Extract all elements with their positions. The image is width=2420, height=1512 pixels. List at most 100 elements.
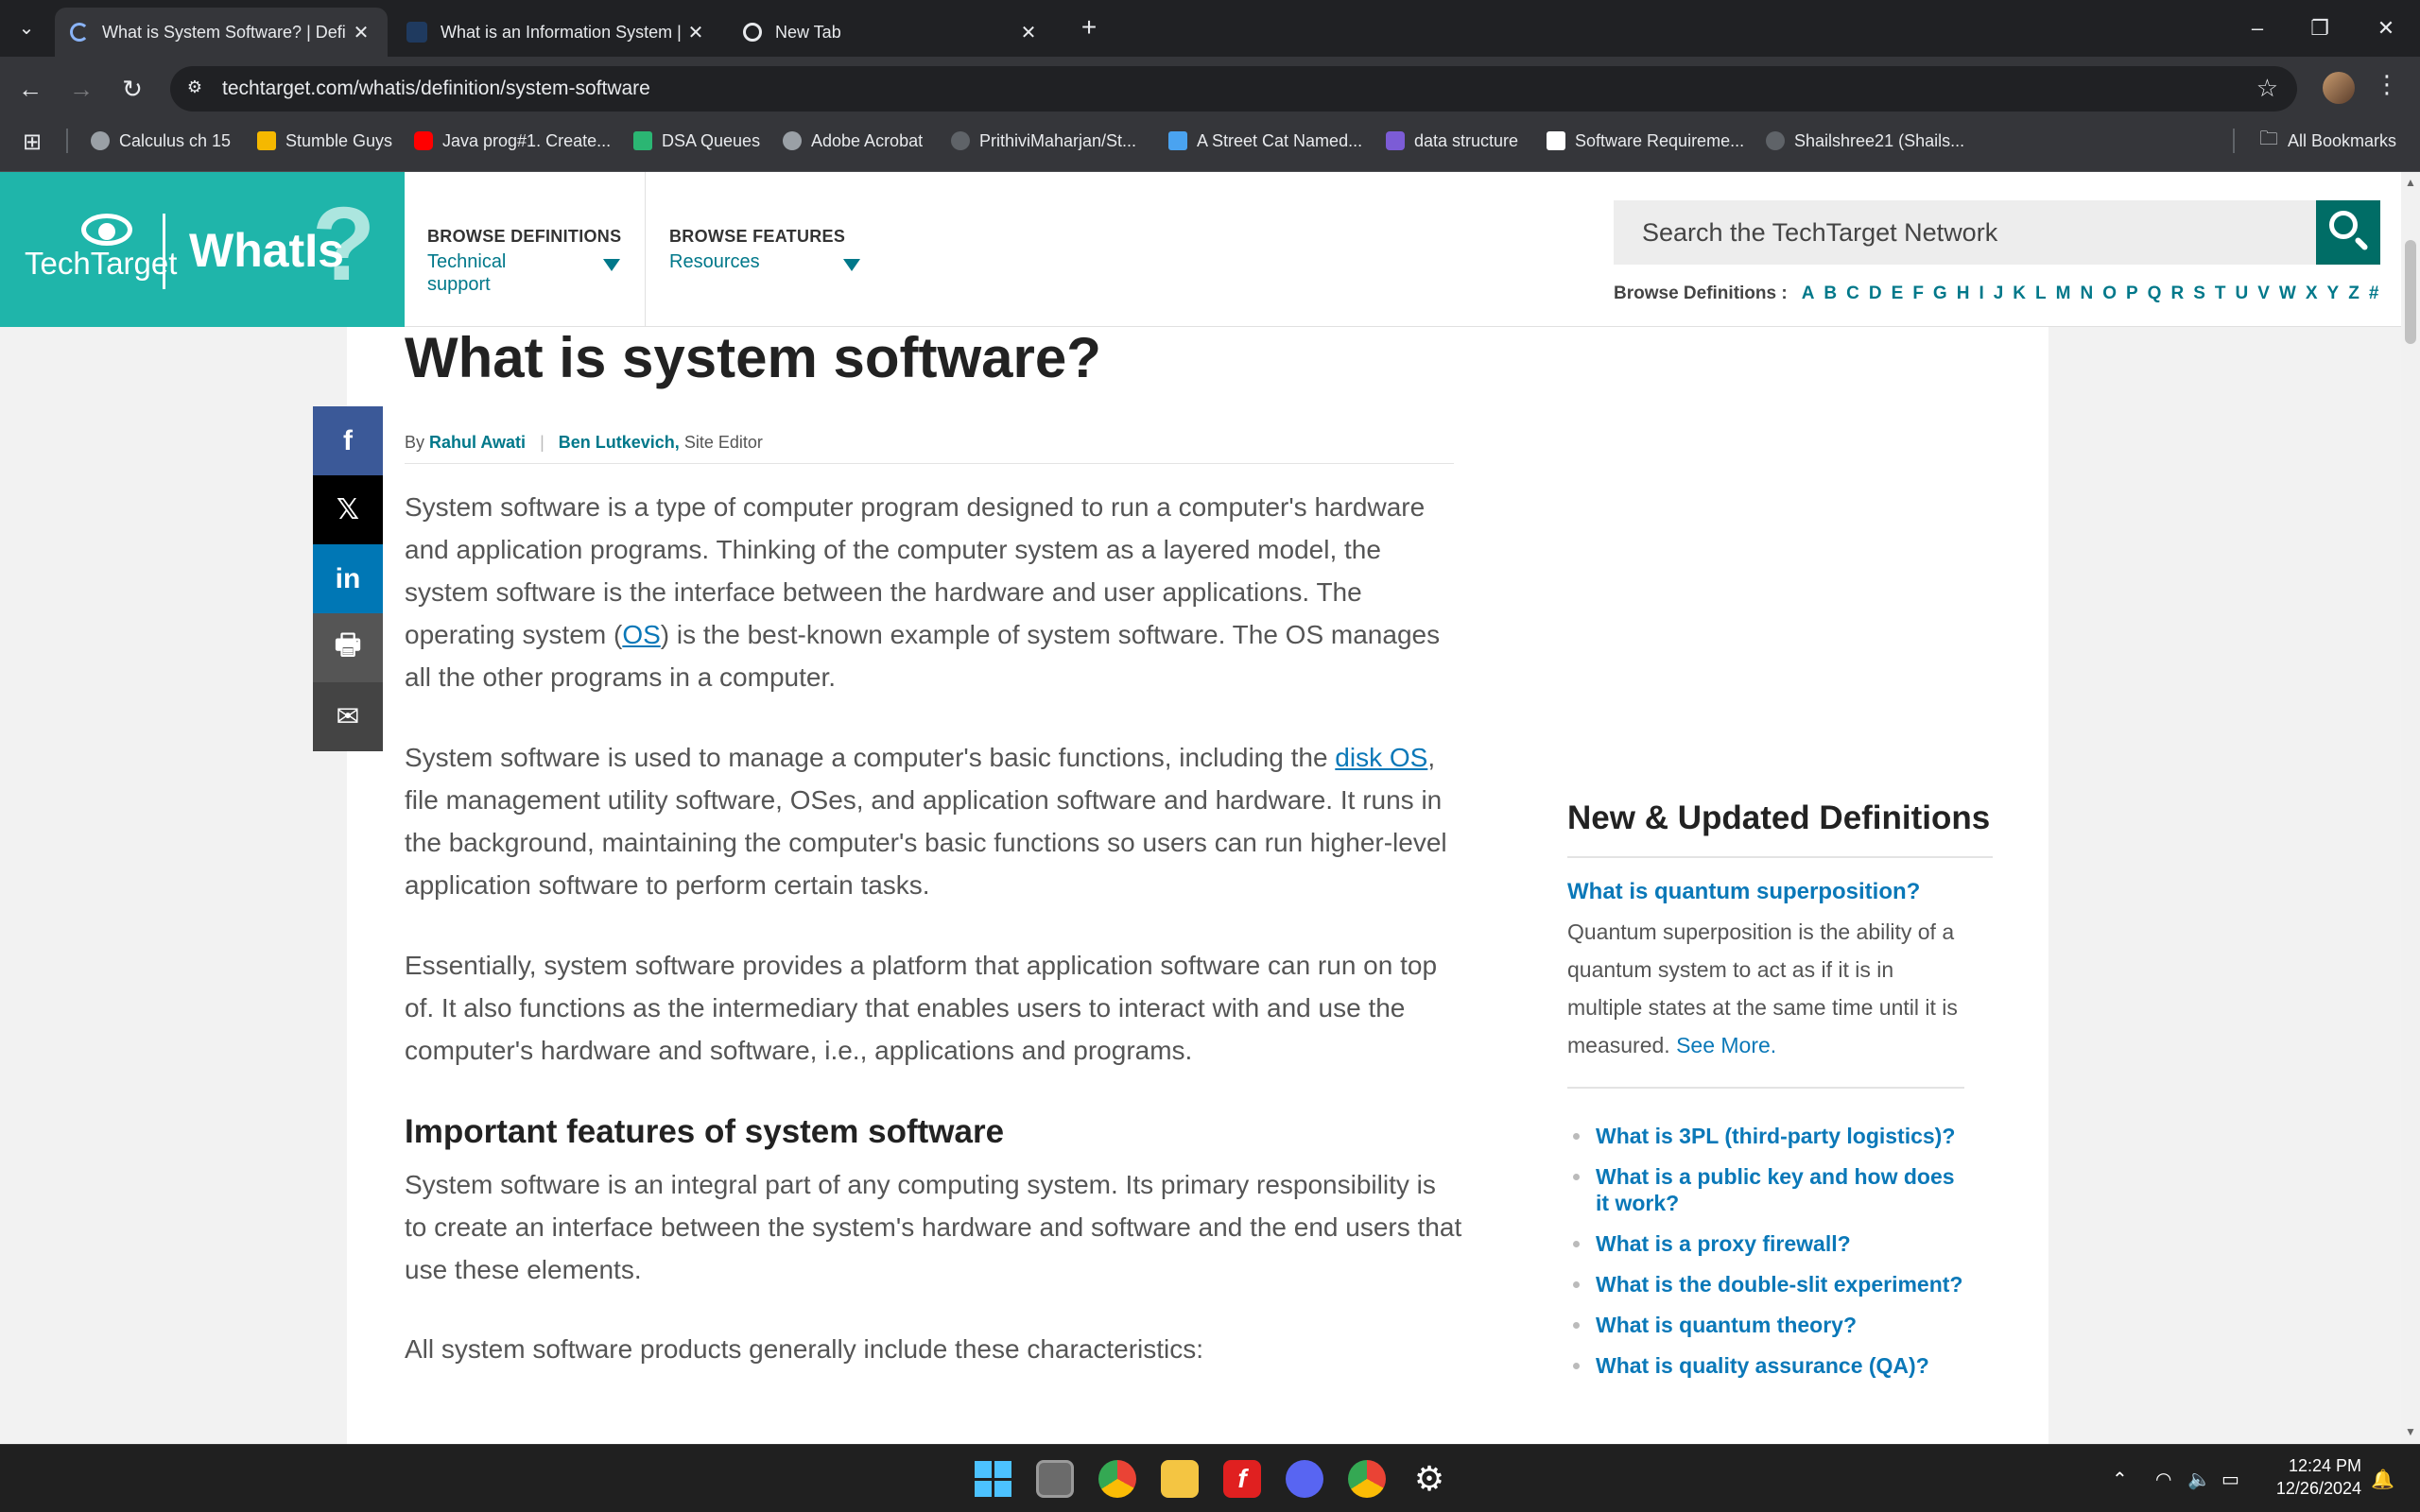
clock[interactable]: 12:24 PM 12/26/2024 (2267, 1454, 2361, 1500)
bookmark-item[interactable]: Adobe Acrobat (783, 129, 923, 153)
browse-features-dropdown[interactable]: BROWSE FEATURES Resources (669, 227, 860, 273)
chrome-profile-taskbar-icon[interactable] (1348, 1460, 1386, 1498)
bookmark-item[interactable]: Java prog#1. Create... (414, 129, 611, 153)
alphabet-letter-link[interactable]: D (1869, 284, 1882, 303)
alphabet-letter-link[interactable]: T (2215, 284, 2226, 303)
bookmark-star-icon[interactable]: ☆ (2256, 74, 2278, 103)
bookmark-item[interactable]: DSA Queues (633, 129, 760, 153)
see-more-link[interactable]: See More. (1676, 1033, 1776, 1057)
linkedin-share-button[interactable]: in (313, 544, 383, 613)
profile-avatar[interactable] (2323, 72, 2355, 104)
tab-system-software[interactable]: What is System Software? | Defi ✕ (55, 8, 388, 57)
bookmark-item[interactable]: data structure (1386, 129, 1518, 153)
alphabet-letter-link[interactable]: H (1957, 284, 1970, 303)
alphabet-letter-link[interactable]: S (2193, 284, 2205, 303)
facebook-share-button[interactable]: f (313, 406, 383, 475)
url-text[interactable]: techtarget.com/whatis/definition/system-… (222, 77, 650, 100)
site-info-icon[interactable]: ⚙ (183, 77, 206, 100)
scroll-up-arrow-icon[interactable]: ▲ (2405, 176, 2416, 189)
github-icon (951, 131, 970, 150)
alphabet-letter-link[interactable]: G (1933, 284, 1947, 303)
scrollbar-thumb[interactable] (2405, 240, 2416, 344)
close-tab-icon[interactable]: ✕ (350, 21, 372, 44)
alphabet-letter-link[interactable]: Z (2348, 284, 2360, 303)
definition-link[interactable]: What is a proxy firewall? (1596, 1231, 1851, 1256)
reload-icon[interactable]: ↻ (115, 72, 149, 106)
task-view-icon[interactable] (1036, 1460, 1074, 1498)
close-tab-icon[interactable]: ✕ (1017, 21, 1040, 44)
discord-icon[interactable] (1286, 1460, 1323, 1498)
os-link[interactable]: OS (622, 620, 660, 649)
alphabet-letter-link[interactable]: L (2035, 284, 2047, 303)
browse-definitions-dropdown[interactable]: BROWSE DEFINITIONS Technical support (427, 227, 621, 296)
wifi-icon[interactable]: ◠ (2155, 1468, 2171, 1491)
whatis-logo-link[interactable]: TechTarget ? WhatIs (0, 172, 405, 327)
alphabet-letter-link[interactable]: E (1892, 284, 1904, 303)
author-link[interactable]: Ben Lutkevich, (559, 433, 680, 452)
scroll-down-arrow-icon[interactable]: ▼ (2405, 1425, 2416, 1438)
tab-new-tab[interactable]: New Tab ✕ (728, 8, 1055, 57)
bookmark-item[interactable]: Calculus ch 15 (91, 129, 231, 153)
chrome-taskbar-icon[interactable] (1098, 1460, 1136, 1498)
address-bar[interactable]: ⚙ techtarget.com/whatis/definition/syste… (170, 66, 2297, 112)
file-explorer-icon[interactable] (1161, 1460, 1199, 1498)
alphabet-letter-link[interactable]: K (2013, 284, 2026, 303)
alphabet-letter-link[interactable]: O (2102, 284, 2117, 303)
alphabet-letter-link[interactable]: N (2080, 284, 2093, 303)
alphabet-letter-link[interactable]: Y (2327, 284, 2340, 303)
tray-chevron-up-icon[interactable]: ⌃ (2112, 1468, 2128, 1491)
alphabet-letter-link[interactable]: A (1802, 284, 1815, 303)
alphabet-letter-link[interactable]: C (1846, 284, 1859, 303)
restore-icon[interactable]: ❐ (2293, 9, 2346, 47)
close-tab-icon[interactable]: ✕ (684, 21, 707, 44)
new-tab-plus-icon[interactable]: + (1074, 13, 1104, 43)
alphabet-letter-link[interactable]: R (2170, 284, 2184, 303)
settings-gear-icon[interactable]: ⚙ (1410, 1460, 1448, 1498)
author-link[interactable]: Rahul Awati (429, 433, 526, 452)
alphabet-letter-link[interactable]: V (2257, 284, 2270, 303)
definition-link[interactable]: What is 3PL (third-party logistics)? (1596, 1124, 1955, 1148)
page-scrollbar[interactable]: ▲ ▼ (2401, 172, 2420, 1444)
tab-search-chevron-icon[interactable]: ⌄ (9, 13, 43, 43)
search-input[interactable] (1614, 200, 2315, 265)
bookmark-item[interactable]: Stumble Guys (257, 129, 392, 153)
alphabet-letter-link[interactable]: # (2369, 284, 2379, 303)
app-f-icon[interactable]: f (1223, 1460, 1261, 1498)
bookmark-item[interactable]: PrithiviMaharjan/St... (951, 129, 1136, 153)
alphabet-letter-link[interactable]: W (2279, 284, 2296, 303)
definition-link[interactable]: What is quantum theory? (1596, 1313, 1857, 1337)
alphabet-letter-link[interactable]: U (2235, 284, 2248, 303)
bookmark-item[interactable]: Shailshree21 (Shails... (1766, 129, 1964, 153)
notification-bell-icon[interactable]: 🔔 (2371, 1468, 2394, 1491)
browser-menu-icon[interactable]: ⋮ (2373, 70, 2401, 99)
alphabet-letter-link[interactable]: B (1824, 284, 1837, 303)
windows-start-icon[interactable] (974, 1460, 1011, 1498)
print-button[interactable]: 🖶 (313, 613, 383, 682)
alphabet-letter-link[interactable]: M (2056, 284, 2071, 303)
apps-grid-icon[interactable]: ⊞ (23, 129, 42, 156)
back-arrow-icon[interactable]: ← (13, 72, 47, 106)
email-share-button[interactable]: ✉ (313, 682, 383, 751)
alphabet-letter-link[interactable]: P (2126, 284, 2138, 303)
featured-definition-link[interactable]: What is quantum superposition? (1567, 879, 1993, 905)
definition-link[interactable]: What is a public key and how does it wor… (1596, 1164, 1955, 1215)
disk-os-link[interactable]: disk OS (1335, 743, 1427, 772)
battery-icon[interactable]: ▭ (2221, 1468, 2239, 1491)
forward-arrow-icon[interactable]: → (64, 72, 98, 106)
volume-icon[interactable]: 🔈 (2187, 1468, 2211, 1491)
alphabet-letter-link[interactable]: Q (2148, 284, 2162, 303)
alphabet-letter-link[interactable]: F (1912, 284, 1924, 303)
definition-link[interactable]: What is quality assurance (QA)? (1596, 1353, 1929, 1378)
alphabet-letter-link[interactable]: X (2306, 284, 2318, 303)
alphabet-letter-link[interactable]: J (1994, 284, 2004, 303)
definition-link[interactable]: What is the double-slit experiment? (1596, 1272, 1962, 1297)
search-button[interactable] (2316, 200, 2380, 265)
alphabet-letter-link[interactable]: I (1979, 284, 1983, 303)
close-window-icon[interactable]: ✕ (2360, 9, 2412, 47)
x-share-button[interactable]: 𝕏 (313, 475, 383, 544)
bookmark-item[interactable]: Software Requireme... (1547, 129, 1744, 153)
minimize-icon[interactable]: – (2231, 9, 2284, 47)
all-bookmarks-button[interactable]: 🗀 All Bookmarks (2259, 129, 2396, 153)
bookmark-item[interactable]: A Street Cat Named... (1168, 129, 1362, 153)
tab-information-system[interactable]: What is an Information System | ✕ (391, 8, 722, 57)
